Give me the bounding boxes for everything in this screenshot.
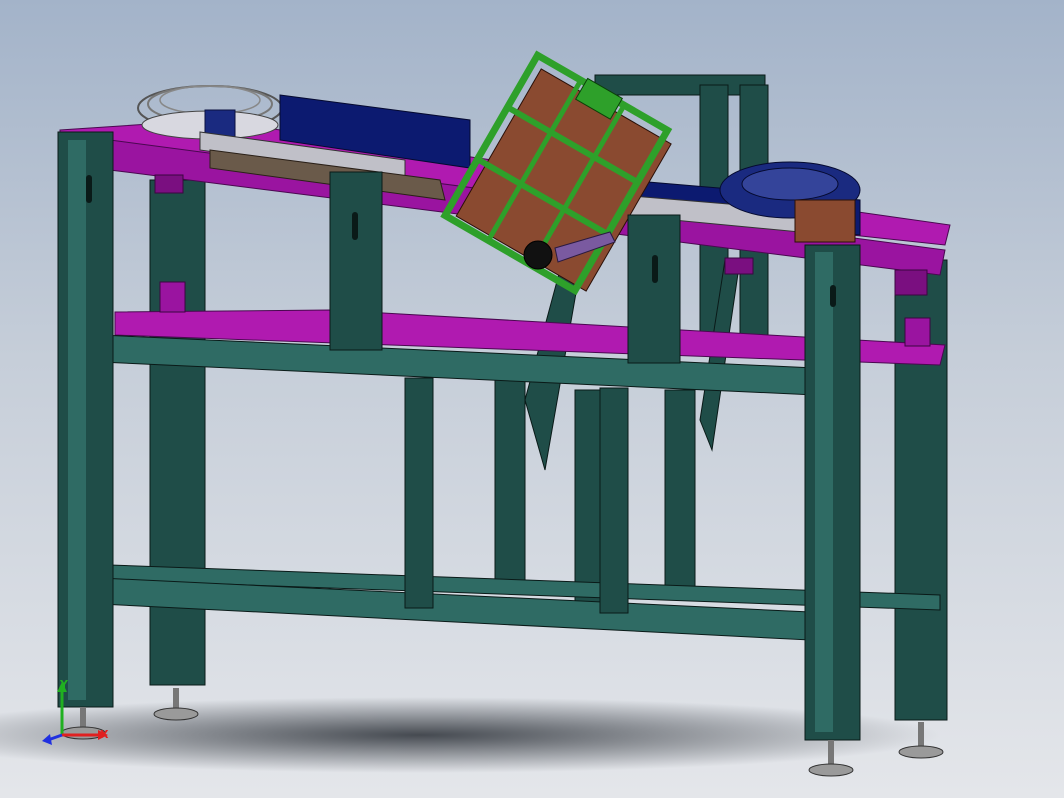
foot-stem-1	[173, 688, 179, 710]
tray-bracket-1	[154, 174, 184, 194]
front-post-mid-left	[329, 171, 383, 351]
foot-stem-2	[828, 740, 834, 765]
mid-bracket-right	[904, 317, 931, 347]
tray-bracket-2	[724, 257, 754, 275]
right-coil-inner	[741, 167, 839, 201]
front-leg-left-face	[68, 140, 86, 700]
foot-pad-1	[153, 707, 199, 721]
tray-bracket-3	[894, 269, 928, 296]
left-spool	[137, 85, 283, 140]
foot-stem-4	[80, 707, 86, 729]
mid-bracket-left	[159, 281, 186, 313]
front-lower-post-2	[599, 387, 629, 614]
foot-pad-2	[808, 763, 854, 777]
back-upright-mid2	[664, 389, 696, 591]
slot-3	[652, 255, 658, 283]
slot-1	[86, 175, 92, 203]
axis-y-label: Y	[59, 678, 69, 691]
floor-shadow	[0, 697, 940, 773]
rotary-knob	[523, 240, 553, 270]
cad-viewport[interactable]: Y X	[0, 0, 1064, 798]
front-post-mid-right	[627, 214, 681, 364]
slot-4	[830, 285, 836, 307]
front-leg-right-face	[815, 252, 833, 732]
right-feeder-block	[794, 199, 856, 243]
foot-pad-3	[898, 745, 944, 759]
slot-2	[352, 212, 358, 240]
axis-x-label: X	[100, 728, 109, 741]
machine-model[interactable]: Y X	[0, 0, 1064, 798]
front-lower-post-1	[404, 377, 434, 609]
back-upright-mid3	[494, 379, 526, 581]
foot-stem-3	[918, 722, 924, 747]
